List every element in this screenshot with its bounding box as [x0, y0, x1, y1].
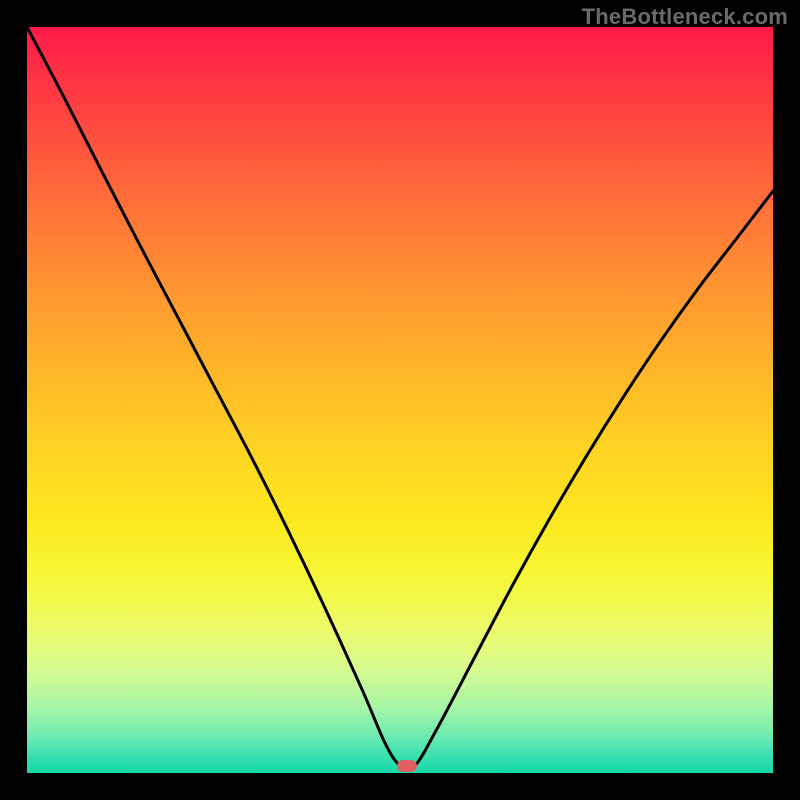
bottleneck-curve: [27, 27, 773, 769]
curve-svg: [27, 27, 773, 773]
optimal-point-marker: [397, 760, 417, 772]
plot-area: [27, 27, 773, 773]
chart-frame: TheBottleneck.com: [0, 0, 800, 800]
watermark-text: TheBottleneck.com: [582, 4, 788, 30]
